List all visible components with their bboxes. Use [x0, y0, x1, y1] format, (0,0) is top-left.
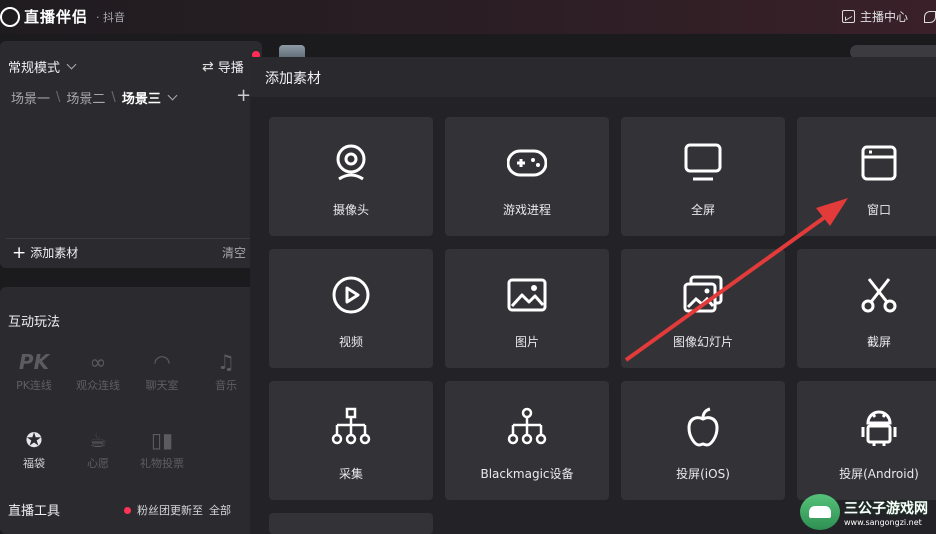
lucky-bag-icon: ✪	[25, 428, 43, 452]
tile-label: 摄像头	[332, 203, 369, 217]
tile-window[interactable]: 窗口	[797, 117, 936, 236]
interactive-title: 互动玩法	[8, 315, 61, 330]
tile-label: 游戏进程	[502, 203, 551, 217]
tool-label: 心愿	[87, 457, 109, 470]
tool-label: 聊天室	[145, 379, 179, 392]
slideshow-icon	[683, 275, 723, 313]
image-icon	[507, 278, 547, 312]
fans-update-label: 粉丝团更新至	[137, 504, 203, 517]
anchor-center-link[interactable]: 主播中心	[860, 8, 908, 25]
fans-club-notice[interactable]: 粉丝团更新至 全部	[124, 502, 231, 518]
tool-gift-vote[interactable]: ▯▮ 礼物投票	[134, 427, 190, 471]
tool-label: 观众连线	[76, 379, 120, 392]
tile-video[interactable]: 视频	[269, 249, 433, 368]
mode-selector[interactable]: 常规模式	[8, 57, 77, 76]
plus-icon[interactable]: +	[12, 243, 26, 263]
tool-lucky-bag[interactable]: ✪ 福袋	[6, 427, 62, 471]
tile-capture[interactable]: 采集	[269, 381, 433, 500]
add-scene-icon[interactable]: +	[236, 85, 251, 106]
watermark-logo	[800, 494, 840, 530]
add-material-button[interactable]: 添加素材	[30, 244, 78, 261]
scene-tab-1[interactable]: 场景一	[11, 88, 50, 107]
play-icon	[332, 276, 370, 314]
all-link[interactable]: 全部	[209, 502, 231, 518]
add-material-row: + 添加素材 清空	[6, 238, 262, 266]
chevron-down-icon	[66, 59, 77, 70]
logo-icon	[0, 6, 20, 27]
clear-button[interactable]: 清空	[222, 244, 246, 261]
tile-blackmagic[interactable]: Blackmagic设备	[445, 381, 609, 500]
tile-image[interactable]: 图片	[445, 249, 609, 368]
scissors-icon	[861, 278, 897, 313]
guide-label: 导播	[217, 61, 244, 76]
site-watermark: 三公子游戏网 www.sangongzi.net	[800, 490, 936, 534]
add-material-dialog: 添加素材 摄像头 游戏进程 全屏 窗口 视频 图片 图像幻灯片 截屏 采集 Bl…	[250, 57, 936, 534]
watermark-name: 三公子游戏网	[844, 500, 928, 517]
tool-music[interactable]: ♫ 音乐	[198, 349, 254, 393]
tile-slideshow[interactable]: 图像幻灯片	[621, 249, 785, 368]
tile-label: 投屏(iOS)	[676, 467, 730, 481]
tool-label: 福袋	[23, 457, 45, 470]
tile-label: 截屏	[866, 335, 891, 349]
tile-label: 采集	[338, 467, 363, 481]
scene-panel: 常规模式 ⇄ 导播 场景一 \ 场景二 \ 场景三 + + 添加素材 清空	[0, 41, 262, 268]
mode-label: 常规模式	[8, 61, 61, 76]
tool-label: 音乐	[215, 379, 237, 392]
pk-icon: PK	[18, 350, 50, 374]
tile-label: 全屏	[690, 203, 715, 217]
scene-divider: \	[56, 90, 61, 105]
live-tools-title: 直播工具	[8, 504, 61, 519]
app-title: 直播伴侣	[24, 8, 89, 26]
chatroom-icon: ◠	[153, 350, 171, 374]
tile-label: 视频	[338, 335, 363, 349]
link-icon[interactable]	[924, 10, 936, 23]
tool-chatroom[interactable]: ◠ 聊天室	[134, 349, 190, 393]
swap-icon: ⇄	[202, 58, 214, 75]
camera-icon	[336, 144, 366, 181]
wish-icon: ☕	[89, 428, 107, 452]
tool-label: 礼物投票	[140, 457, 184, 470]
tile-label: 投屏(Android)	[839, 467, 919, 481]
tool-audience-link[interactable]: ∞ 观众连线	[70, 349, 126, 393]
tile-game-process[interactable]: 游戏进程	[445, 117, 609, 236]
tile-fullscreen[interactable]: 全屏	[621, 117, 785, 236]
watermark-url: www.sangongzi.net	[844, 517, 922, 527]
monitor-icon	[684, 143, 722, 181]
scene-divider: \	[111, 90, 116, 105]
tile-label: Blackmagic设备	[480, 467, 574, 481]
window-icon	[861, 145, 897, 181]
tile-camera[interactable]: 摄像头	[269, 117, 433, 236]
blackmagic-icon	[507, 407, 547, 445]
apple-icon	[687, 407, 719, 447]
gamepad-icon	[507, 149, 547, 177]
tile-more[interactable]	[269, 513, 433, 534]
capture-icon	[331, 407, 371, 445]
dialog-title: 添加素材	[265, 71, 321, 87]
platform-label: · 抖音	[96, 10, 126, 24]
title-bar: 直播伴侣 · 抖音 主播中心	[0, 0, 936, 34]
chevron-down-icon[interactable]	[167, 90, 178, 101]
chart-icon	[841, 10, 855, 23]
tile-cast-android[interactable]: 投屏(Android)	[797, 381, 936, 500]
scene-tab-3[interactable]: 场景三	[122, 88, 161, 107]
tool-label: PK连线	[16, 379, 52, 392]
tile-label: 窗口	[866, 203, 891, 217]
tile-label: 图像幻灯片	[672, 335, 733, 349]
audience-link-icon: ∞	[89, 350, 107, 374]
tile-label: 图片	[514, 335, 539, 349]
tool-pk[interactable]: PK PK连线	[6, 349, 62, 393]
scene-tab-2[interactable]: 场景二	[66, 88, 105, 107]
android-icon	[861, 410, 897, 446]
dialog-header: 添加素材	[250, 57, 936, 97]
interactive-panel: 互动玩法 PK PK连线 ∞ 观众连线 ◠ 聊天室 ♫ 音乐 ✪ 福袋 ☕ 心愿…	[0, 287, 262, 534]
tool-wish[interactable]: ☕ 心愿	[70, 427, 126, 471]
tile-cast-ios[interactable]: 投屏(iOS)	[621, 381, 785, 500]
app-logo: 直播伴侣 · 抖音	[0, 6, 125, 27]
music-icon: ♫	[217, 350, 235, 374]
gift-vote-icon: ▯▮	[150, 428, 173, 452]
notice-dot	[124, 506, 131, 514]
guide-button[interactable]: ⇄ 导播	[202, 57, 244, 77]
scene-tabs: 场景一 \ 场景二 \ 场景三	[11, 88, 178, 107]
tile-screenshot[interactable]: 截屏	[797, 249, 936, 368]
